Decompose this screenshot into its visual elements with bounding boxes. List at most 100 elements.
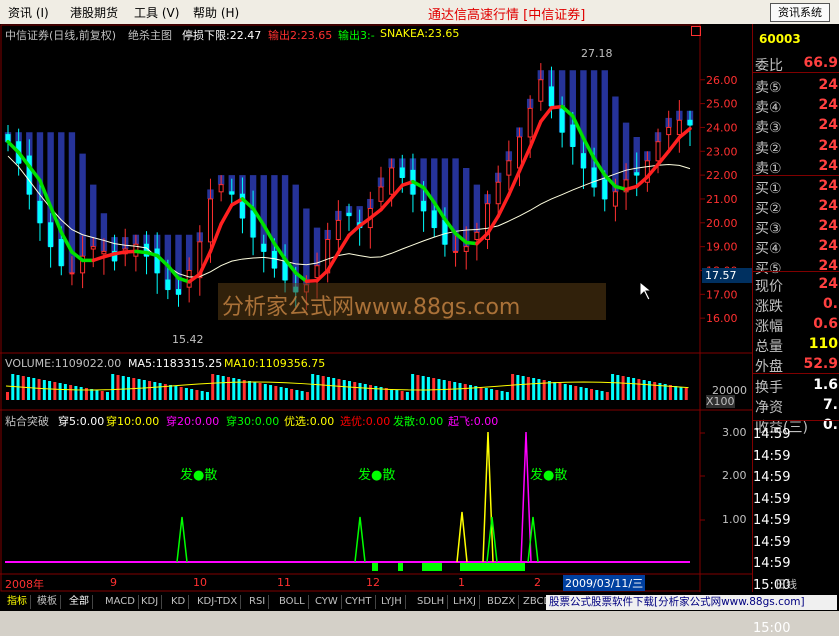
volume-bar	[221, 376, 225, 400]
volume-bar	[95, 390, 99, 400]
x-label-feb: 2	[534, 576, 541, 589]
tick-time: 15:00	[753, 620, 791, 636]
candle-body	[90, 246, 96, 250]
candle-body	[655, 141, 661, 162]
volume-bar	[148, 381, 152, 400]
menu-tools[interactable]: 工具 (V)	[134, 4, 179, 21]
quote-row-value: 24	[818, 158, 838, 174]
volume-bar	[547, 381, 551, 400]
volume-bar	[384, 388, 388, 400]
volume-bar	[463, 384, 467, 400]
volume-bar	[137, 379, 141, 400]
quote-row-label: 买①	[755, 181, 782, 197]
volume-bar	[568, 385, 572, 400]
indicator-tab[interactable]: KDJ-TDX	[194, 595, 242, 609]
indicator-tab[interactable]: BOLL	[276, 595, 309, 609]
quote-row-value: 0.6	[813, 316, 838, 332]
volume-bar	[6, 392, 9, 400]
volume-bar	[511, 374, 515, 400]
menu-hk-futures[interactable]: 港股期货	[70, 4, 118, 21]
indicator-tab[interactable]: LYJH	[378, 595, 406, 609]
close-panel-icon[interactable]	[691, 26, 701, 36]
tick-time: 14:59	[753, 491, 791, 507]
quote-row: 买④ 24	[755, 237, 838, 258]
high-price-label: 27.18	[581, 47, 613, 60]
candle-body	[58, 238, 64, 267]
volume-ma5: MA5:1183315.25	[128, 357, 223, 370]
x-label-oct: 10	[193, 576, 207, 589]
signal-tick-1: 1.00	[722, 513, 747, 526]
volume-bar	[458, 383, 462, 400]
volume-bar	[200, 391, 204, 400]
candle-body	[69, 272, 75, 275]
quote-row-label: 买③	[755, 221, 782, 237]
candle-body	[314, 265, 320, 279]
volume-bar	[521, 376, 525, 400]
volume-bar	[69, 385, 73, 400]
volume-bar	[105, 392, 109, 400]
app-title: 通达信高速行情 [中信证券]	[428, 8, 586, 23]
quote-row-label: 买④	[755, 241, 782, 257]
indicator-tab[interactable]: 模板	[34, 595, 61, 609]
indicator-tab[interactable]: LHXJ	[450, 595, 480, 609]
quote-row-label: 涨幅	[755, 319, 783, 335]
volume-bar	[479, 387, 483, 400]
output3-label: 输出3:-	[338, 29, 375, 42]
chart-area[interactable]: 26.00 25.00 24.00 23.00 22.00 21.00 20.00 19.00…	[0, 24, 753, 592]
quote-row: 卖④ 24	[755, 96, 838, 117]
volume-bar	[263, 384, 267, 400]
stop-loss-label: 停损下限:22.47	[182, 29, 262, 42]
volume-bar	[242, 380, 246, 400]
indicator-tab[interactable]: 全部	[66, 595, 93, 609]
quote-row: 卖⑤ 24	[755, 76, 838, 97]
volume-bar	[111, 374, 115, 400]
indicator-tab[interactable]: MACD	[102, 595, 139, 609]
tick-time: 14:59	[753, 427, 791, 442]
promo-banner[interactable]: 股票公式股票软件下载[分析家公式网www.88gs.com]	[546, 595, 837, 610]
volume-bar	[584, 388, 588, 400]
tick-time: 14:59	[753, 534, 791, 550]
candle-body	[48, 222, 54, 248]
indicator-tab[interactable]: 指标	[4, 595, 31, 609]
volume-bar	[505, 392, 509, 400]
candle-body	[495, 181, 501, 205]
quote-row-label: 买②	[755, 201, 782, 217]
volume-bar	[353, 382, 357, 400]
volume-bar	[647, 381, 651, 400]
quote-row-value: 1.6	[813, 377, 838, 393]
indicator-name: 绝杀主图	[128, 29, 172, 42]
quote-divider	[753, 373, 839, 374]
indicator-tab[interactable]: KD	[168, 595, 190, 609]
volume-bar	[616, 375, 620, 400]
indicator-tab[interactable]: BDZX	[484, 595, 520, 609]
menu-help[interactable]: 帮助 (H)	[193, 4, 239, 21]
quote-row-value: 24	[818, 238, 838, 254]
indicator-tab[interactable]: SDLH	[414, 595, 449, 609]
indicator-tab[interactable]: CYHT	[342, 595, 376, 609]
quote-divider	[753, 420, 839, 421]
volume-bar	[453, 382, 457, 400]
volume-bar	[274, 386, 278, 400]
info-system-button[interactable]: 资讯系统	[770, 3, 830, 22]
volume-bar	[416, 375, 420, 400]
quote-row: 涨幅 0.6	[755, 315, 838, 336]
volume-bar	[426, 377, 430, 400]
volume-label: VOLUME:1109022.00	[5, 357, 122, 370]
volume-bar	[37, 379, 41, 400]
indicator-tab[interactable]: CYW	[312, 595, 342, 609]
quote-row: 卖② 24	[755, 137, 838, 158]
indicator-tab[interactable]: KDJ	[138, 595, 163, 609]
volume-bar	[32, 378, 36, 400]
quote-row: 涨跌 0.	[755, 295, 838, 316]
candle-body	[687, 119, 693, 126]
volume-bar	[411, 374, 415, 400]
quote-row: 买③ 24	[755, 217, 838, 238]
indicator-tab[interactable]: RSI	[246, 595, 270, 609]
volume-bar	[500, 391, 504, 400]
signal-item: 穿10:0.00	[106, 415, 160, 428]
candle-body	[506, 160, 512, 176]
menu-info[interactable]: 资讯 (I)	[8, 4, 49, 21]
volume-bar	[184, 388, 188, 400]
candle-body	[389, 167, 395, 195]
volume-bar	[195, 390, 199, 400]
